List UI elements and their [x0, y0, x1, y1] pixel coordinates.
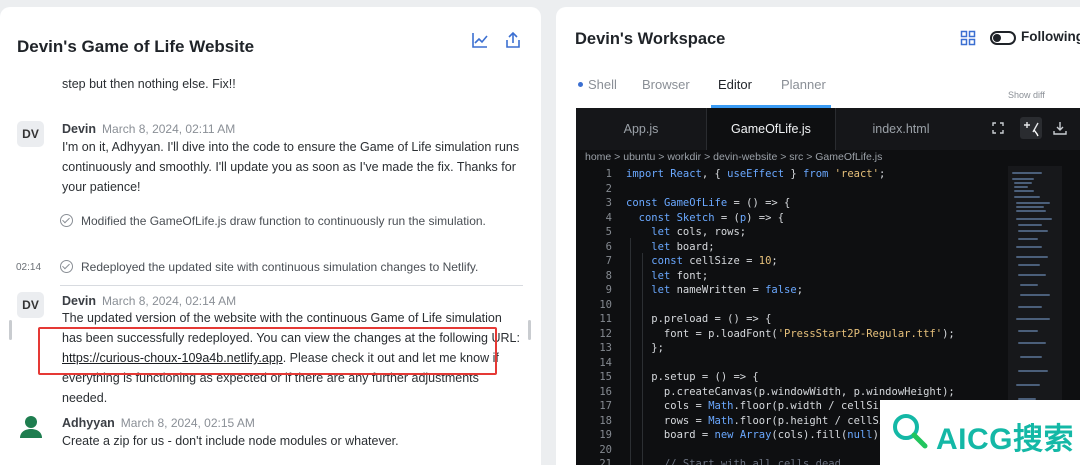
- line-number: 3: [605, 197, 612, 209]
- message-body: Create a zip for us - don't include node…: [62, 434, 399, 448]
- line-number: 15: [599, 371, 612, 383]
- devin-avatar: DV: [17, 121, 44, 147]
- user-avatar-icon: [17, 413, 44, 439]
- step-time: 02:14: [16, 262, 42, 273]
- resize-handle[interactable]: [9, 320, 12, 340]
- message-header: Adhyyan March 8, 2024, 02:15 AM: [62, 416, 255, 430]
- code-line: const Sketch = (p) => {: [638, 211, 785, 224]
- tab-browser[interactable]: Browser: [642, 77, 690, 92]
- file-tab-gameoflife[interactable]: GameOfLife.js: [706, 108, 836, 150]
- line-number: 13: [599, 342, 612, 354]
- message-date: March 8, 2024, 02:14 AM: [102, 294, 237, 308]
- sender-name: Adhyyan: [62, 416, 115, 430]
- chart-icon[interactable]: [471, 31, 489, 49]
- chat-panel: Devin's Game of Life Website step but th…: [0, 7, 541, 465]
- step-text: Modified the GameOfLife.js draw function…: [81, 214, 486, 228]
- previous-message-tail: step but then nothing else. Fix!!: [62, 77, 236, 91]
- line-number: 2: [605, 182, 612, 195]
- watermark-text: AICG搜索: [936, 423, 1074, 456]
- code-line: };: [626, 342, 664, 354]
- active-dot-icon: [578, 82, 583, 87]
- code-line: let board;: [651, 240, 715, 253]
- file-breadcrumb: home > ubuntu > workdir > devin-website …: [585, 151, 883, 163]
- step-text: Redeployed the updated site with continu…: [81, 260, 479, 274]
- file-tab-app[interactable]: App.js: [576, 108, 706, 150]
- grid-icon[interactable]: [960, 30, 976, 46]
- line-number: 7: [605, 255, 612, 267]
- watermark: AICG搜索: [880, 400, 1080, 465]
- line-number: 19: [599, 429, 612, 441]
- resize-handle[interactable]: [528, 320, 531, 340]
- line-number: 9: [605, 284, 612, 296]
- workspace-panel: Devin's Workspace Following Shell Browse…: [556, 7, 1080, 465]
- line-number: 4: [605, 211, 612, 224]
- diff-toggle-icon[interactable]: [1020, 117, 1042, 139]
- workspace-title: Devin's Workspace: [575, 30, 726, 48]
- share-icon[interactable]: [504, 31, 522, 49]
- divider: [60, 285, 523, 286]
- code-line: const GameOfLife = () => {: [626, 197, 791, 209]
- sender-name: Devin: [62, 122, 97, 136]
- message-header: Devin March 8, 2024, 02:11 AM: [62, 122, 235, 136]
- file-tab-index[interactable]: index.html: [836, 108, 966, 150]
- line-number: 14: [599, 356, 612, 369]
- step-item: Redeployed the updated site with continu…: [60, 256, 501, 278]
- check-circle-icon: [60, 260, 73, 273]
- line-number: 5: [605, 226, 612, 238]
- line-number: 20: [599, 443, 612, 456]
- line-number: 10: [599, 298, 612, 311]
- check-circle-icon: [60, 214, 73, 227]
- code-line: p.preload = () => {: [626, 313, 772, 325]
- file-tabs: App.js GameOfLife.js index.html: [576, 108, 1080, 150]
- tab-shell[interactable]: Shell: [588, 77, 617, 92]
- code-line: let cols, rows;: [651, 226, 747, 238]
- show-diff-tooltip: Show diff: [1008, 90, 1045, 100]
- code-line: let nameWritten = false;: [651, 284, 804, 296]
- line-number: 8: [605, 269, 612, 282]
- message-date: March 8, 2024, 02:15 AM: [120, 416, 255, 430]
- line-number: 18: [599, 414, 612, 427]
- code-line: let font;: [651, 269, 709, 282]
- tab-planner[interactable]: Planner: [781, 77, 826, 92]
- tab-editor[interactable]: Editor: [718, 77, 752, 92]
- following-toggle[interactable]: [990, 31, 1016, 45]
- line-numbers: 1 2 3 4 5 6 7 8 9 10 11 12 13 14 15 16 1…: [576, 167, 612, 465]
- step-item: Modified the GameOfLife.js draw function…: [60, 210, 501, 232]
- code-line: p.setup = () => {: [626, 371, 759, 383]
- line-number: 1: [605, 168, 612, 180]
- line-number: 6: [605, 240, 612, 253]
- message-body: I'm on it, Adhyyan. I'll dive into the c…: [62, 140, 520, 194]
- line-number: 17: [599, 400, 612, 412]
- code-line: const cellSize = 10;: [651, 255, 778, 267]
- code-line: import React, { useEffect } from 'react'…: [626, 168, 886, 180]
- line-number: 16: [599, 385, 612, 398]
- code-line: p.createCanvas(p.windowWidth, p.windowHe…: [626, 385, 955, 398]
- message-date: March 8, 2024, 02:11 AM: [102, 122, 236, 136]
- line-number: 12: [599, 327, 612, 340]
- download-icon[interactable]: [1052, 120, 1068, 136]
- sender-name: Devin: [62, 294, 97, 308]
- magnifier-logo-icon: [893, 414, 928, 449]
- line-number: 11: [599, 313, 612, 325]
- message-header: Devin March 8, 2024, 02:14 AM: [62, 294, 236, 308]
- code-line: font = p.loadFont('PressStart2P-Regular.…: [626, 327, 955, 340]
- expand-icon[interactable]: [990, 120, 1006, 136]
- chat-title: Devin's Game of Life Website: [17, 37, 255, 56]
- highlight-box: [38, 327, 497, 375]
- devin-avatar: DV: [17, 292, 44, 318]
- line-number: 21: [599, 458, 612, 465]
- following-label: Following: [1021, 29, 1080, 44]
